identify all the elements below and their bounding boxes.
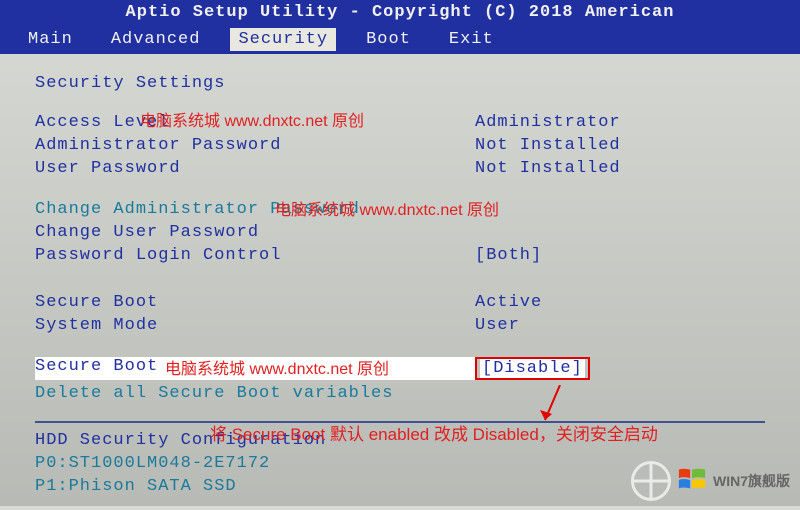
title-bar: Aptio Setup Utility - Copyright (C) 2018… <box>0 0 800 25</box>
app-title: Aptio Setup Utility - Copyright (C) 2018… <box>126 3 675 22</box>
section-title: Security Settings <box>35 74 765 93</box>
user-password-label: User Password <box>35 159 475 178</box>
change-user-password-row[interactable]: Change User Password <box>35 223 765 242</box>
secure-boot-option-row[interactable]: Secure Boot [Disable] <box>35 357 765 380</box>
menu-boot[interactable]: Boot <box>358 28 419 51</box>
system-mode-value: User <box>475 316 520 335</box>
secure-boot-status-row: Secure Boot Active <box>35 293 765 312</box>
menu-security[interactable]: Security <box>230 28 336 51</box>
secure-boot-option-value: [Disable] <box>480 359 585 378</box>
secure-boot-status-value: Active <box>475 293 542 312</box>
password-login-control-row[interactable]: Password Login Control [Both] <box>35 246 765 265</box>
system-mode-label: System Mode <box>35 316 475 335</box>
access-level-value: Administrator <box>475 113 621 132</box>
logo-text: WIN7旗舰版 <box>713 471 790 491</box>
admin-password-label: Administrator Password <box>35 136 475 155</box>
globe-icon <box>631 461 671 501</box>
secure-boot-highlight-box: [Disable] <box>475 357 590 380</box>
secure-boot-option-label: Secure Boot <box>35 357 475 380</box>
delete-secure-boot-vars[interactable]: Delete all Secure Boot variables <box>35 384 765 403</box>
secure-boot-status-label: Secure Boot <box>35 293 475 312</box>
brand-logo: WIN7旗舰版 <box>600 456 800 506</box>
admin-password-row: Administrator Password Not Installed <box>35 136 765 155</box>
menu-advanced[interactable]: Advanced <box>103 28 209 51</box>
access-level-label: Access Level <box>35 113 475 132</box>
password-login-control-value: [Both] <box>475 246 542 265</box>
windows-flag-icon <box>677 464 707 499</box>
annotation-text: 将 Secure Boot 默认 enabled 改成 Disabled，关闭安… <box>210 420 658 445</box>
admin-password-value: Not Installed <box>475 136 621 155</box>
password-login-control-label: Password Login Control <box>35 246 475 265</box>
menu-bar: Main Advanced Security Boot Exit <box>0 25 800 54</box>
menu-exit[interactable]: Exit <box>441 28 502 51</box>
system-mode-row: System Mode User <box>35 316 765 335</box>
change-admin-password[interactable]: Change Administrator Password <box>35 200 765 219</box>
user-password-value: Not Installed <box>475 159 621 178</box>
user-password-row: User Password Not Installed <box>35 159 765 178</box>
change-user-password[interactable]: Change User Password <box>35 223 475 242</box>
menu-main[interactable]: Main <box>20 28 81 51</box>
access-level-row: Access Level Administrator <box>35 113 765 132</box>
